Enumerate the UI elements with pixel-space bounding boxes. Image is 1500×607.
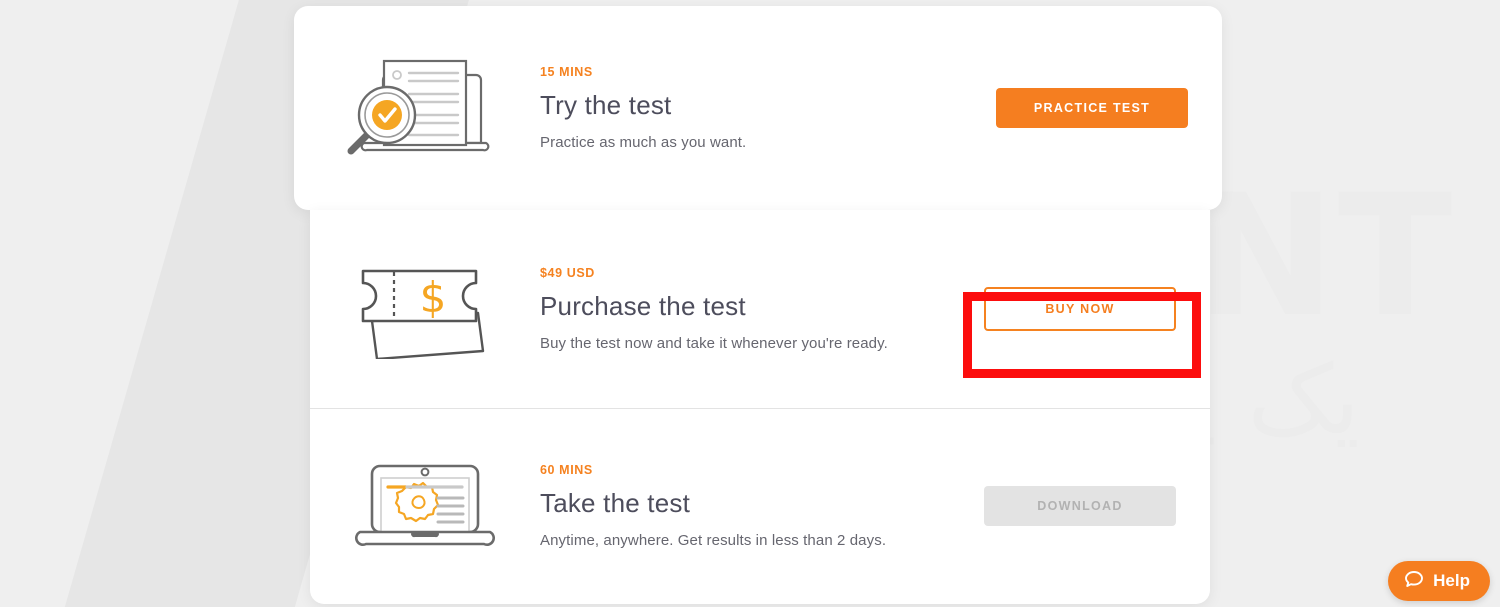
step-action-try: PRACTICE TEST (962, 88, 1222, 128)
step-text-take: 60 MINS Take the test Anytime, anywhere.… (540, 463, 950, 549)
step-eyebrow: 60 MINS (540, 463, 593, 477)
step-title: Take the test (540, 488, 691, 518)
step-row-try: 15 MINS Try the test Practice as much as… (294, 6, 1222, 210)
step-row-take: 60 MINS Take the test Anytime, anywhere.… (310, 408, 1210, 604)
step-text-try: 15 MINS Try the test Practice as much as… (540, 65, 962, 151)
practice-test-button[interactable]: PRACTICE TEST (996, 88, 1188, 128)
page-root: 20 PAYMENT یک پرداخت خوب (0, 0, 1500, 607)
step-action-take: DOWNLOAD (950, 486, 1210, 526)
card-try-the-test: 15 MINS Try the test Practice as much as… (294, 6, 1222, 210)
step-title: Purchase the test (540, 291, 746, 321)
ticket-dollar-icon: $ (310, 259, 540, 359)
magnifier-document-laptop-icon (294, 53, 540, 163)
step-text-purchase: $49 USD Purchase the test Buy the test n… (540, 266, 950, 352)
step-description: Anytime, anywhere. Get results in less t… (540, 532, 887, 549)
step-row-purchase: $ $49 USD Purchase the test Buy the test… (310, 210, 1210, 408)
step-description: Practice as much as you want. (540, 134, 747, 151)
help-widget-button[interactable]: Help (1388, 561, 1490, 601)
download-button[interactable]: DOWNLOAD (984, 486, 1176, 526)
step-eyebrow: 15 MINS (540, 65, 593, 79)
card-purchase-and-take: $ $49 USD Purchase the test Buy the test… (310, 210, 1210, 604)
step-title: Try the test (540, 90, 672, 120)
step-action-purchase: BUY NOW (950, 287, 1210, 331)
step-description: Buy the test now and take it whenever yo… (540, 335, 888, 352)
help-widget-label: Help (1433, 571, 1470, 590)
step-eyebrow: $49 USD (540, 266, 595, 280)
buy-now-button[interactable]: BUY NOW (984, 287, 1176, 331)
laptop-badge-icon (310, 456, 540, 556)
svg-text:$: $ (420, 273, 447, 322)
speech-bubble-icon (1404, 569, 1424, 594)
